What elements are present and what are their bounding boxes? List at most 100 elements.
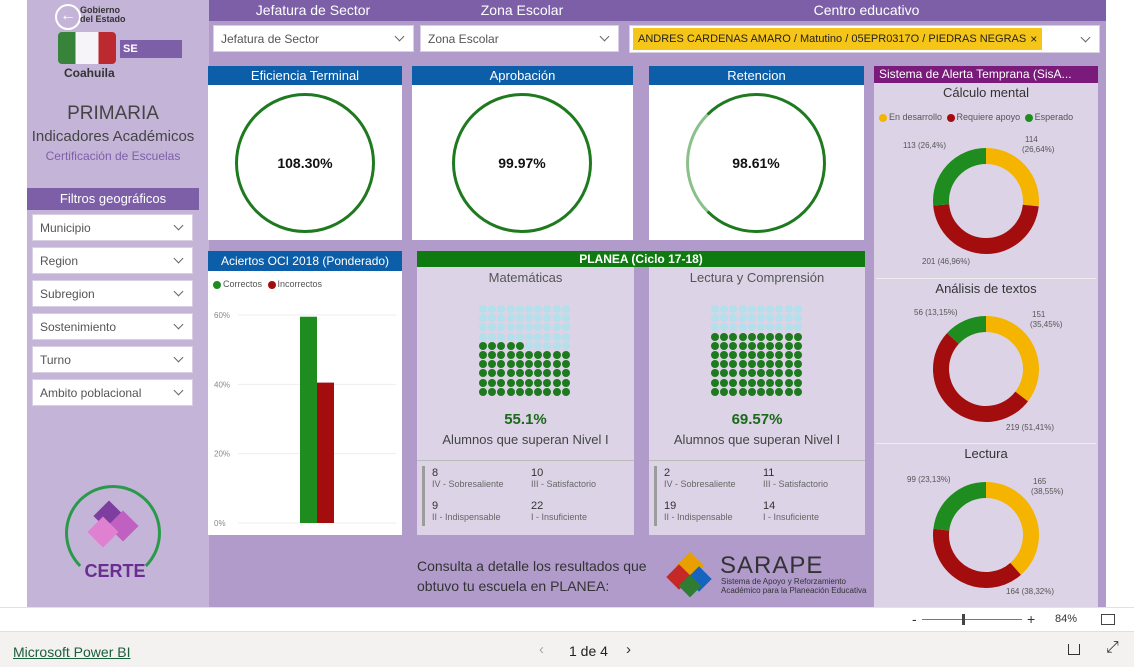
donut-slice[interactable] — [985, 482, 1039, 575]
waffle-dot — [479, 360, 487, 369]
donut-slice[interactable] — [985, 316, 1039, 402]
waffle-dot — [793, 332, 802, 341]
mate-title: Matemáticas — [488, 270, 563, 285]
sas-donuts — [933, 148, 1039, 588]
waffle-dot — [766, 378, 775, 387]
waffle-dot — [784, 378, 793, 387]
filter-dropdown[interactable]: Turno — [32, 346, 193, 373]
donut-label: 165 — [1033, 477, 1047, 486]
legend-dot-incorrectos — [267, 280, 276, 289]
donut-slice[interactable] — [933, 203, 1039, 254]
filter-dropdown[interactable]: Ambito poblacional — [32, 379, 193, 406]
kpi-ring: 98.61% — [686, 93, 826, 233]
waffle-dot — [711, 378, 719, 387]
waffle-dot — [793, 369, 802, 378]
waffle-dot — [775, 332, 784, 341]
donut-slice[interactable] — [985, 148, 1039, 207]
waffle-dot — [497, 332, 506, 341]
waffle-dot — [534, 323, 543, 332]
zoom-slider[interactable] — [922, 619, 1022, 620]
coat-of-arms-icon — [58, 32, 116, 64]
waffle-dot — [784, 369, 793, 378]
waffle-dot — [766, 351, 775, 359]
zona-dropdown[interactable]: Zona Escolar — [420, 25, 619, 52]
footer-bar: Microsoft Power BI ‹ 1 de 4 › ⤢ — [0, 631, 1134, 667]
waffle-dot — [729, 314, 738, 323]
filter-dropdown[interactable]: Sostenimiento — [32, 313, 193, 340]
waffle-dot — [479, 369, 487, 378]
donut-slice[interactable] — [933, 148, 987, 206]
waffle-dot — [784, 351, 793, 359]
waffle-dot — [506, 369, 515, 378]
chevron-down-icon — [173, 220, 184, 231]
waffle-dot — [747, 341, 756, 350]
expand-icon[interactable]: ⤢ — [1106, 639, 1119, 657]
waffle-dot — [552, 378, 561, 387]
waffle-dot — [747, 351, 756, 359]
zoom-bar: - + 84% — [0, 607, 1134, 631]
waffle-dot — [479, 305, 487, 313]
bar-correctos[interactable] — [300, 316, 317, 523]
consulta-line1: Consulta a detalle los resultados que — [417, 558, 647, 574]
waffle-dot — [729, 341, 738, 350]
waffle-dot — [747, 369, 756, 378]
waffle-dot — [729, 323, 738, 332]
next-page-icon[interactable]: › — [626, 641, 631, 658]
waffle-dot — [515, 378, 524, 387]
powerbi-link[interactable]: Microsoft Power BI — [13, 644, 130, 660]
donut-slice[interactable] — [933, 333, 1028, 422]
coahuila-logo: ← Gobierno del Estado SE Coahuila — [52, 2, 182, 80]
waffle-dot — [525, 305, 533, 313]
waffle-dot — [497, 360, 506, 369]
waffle-dot — [479, 341, 487, 350]
certe-flower-icon — [87, 500, 139, 553]
filter-dropdown[interactable]: Region — [32, 247, 193, 274]
waffle-dot — [534, 378, 543, 387]
waffle-dot — [506, 332, 515, 341]
waffle-dot — [497, 378, 506, 387]
waffle-dot — [561, 314, 570, 323]
waffle-dot — [738, 305, 747, 313]
waffle-dot — [775, 360, 784, 369]
donut-slice[interactable] — [947, 316, 987, 345]
jefatura-dropdown[interactable]: Jefatura de Sector — [213, 25, 414, 52]
donut-slice[interactable] — [933, 482, 987, 532]
waffle-dot — [720, 351, 729, 359]
filter-dropdown[interactable]: Subregion — [32, 280, 193, 307]
chevron-down-icon — [173, 352, 184, 363]
sarape-logo[interactable]: SARAPE Sistema de Apoyo y Reforzamiento … — [666, 551, 868, 600]
waffle-dot — [747, 305, 756, 313]
waffle-dot — [506, 360, 515, 369]
waffle-dot — [497, 323, 506, 332]
fit-to-page-icon[interactable] — [1101, 614, 1115, 625]
waffle-dot — [515, 360, 524, 369]
waffle-dot — [711, 341, 719, 350]
waffle-dot — [720, 360, 729, 369]
zoom-in-button[interactable]: + — [1027, 611, 1035, 627]
filter-label: Ambito poblacional — [40, 385, 142, 400]
donut-slice[interactable] — [933, 528, 1021, 588]
zoom-slider-thumb[interactable] — [962, 614, 965, 625]
kpi-title: Retencion — [649, 66, 864, 85]
share-icon[interactable] — [1068, 644, 1080, 655]
waffle-dot — [711, 314, 719, 323]
waffle-dot — [784, 323, 793, 332]
filter-dropdown[interactable]: Municipio — [32, 214, 193, 241]
waffle-dot — [506, 378, 515, 387]
kpi-title: Eficiencia Terminal — [208, 66, 402, 85]
bar-incorrectos[interactable] — [317, 382, 334, 523]
lect-caption: Alumnos que superan Nivel I — [673, 432, 841, 447]
primaria-title: PRIMARIA — [67, 103, 159, 124]
zoom-out-button[interactable]: - — [912, 611, 917, 627]
waffle-dot — [784, 387, 793, 396]
chevron-down-icon — [173, 253, 184, 264]
waffle-dot — [561, 332, 570, 341]
waffle-dot — [525, 369, 533, 378]
stat-value: 9 — [432, 500, 439, 512]
back-arrow-icon[interactable]: ← — [55, 4, 81, 30]
oci-legend: Correctos Incorrectos — [213, 279, 322, 289]
donut-label: 113 (26,4%) — [903, 141, 946, 150]
waffle-dot — [525, 351, 533, 359]
prev-page-icon[interactable]: ‹ — [539, 641, 544, 658]
filter-label: Subregion — [40, 286, 95, 301]
